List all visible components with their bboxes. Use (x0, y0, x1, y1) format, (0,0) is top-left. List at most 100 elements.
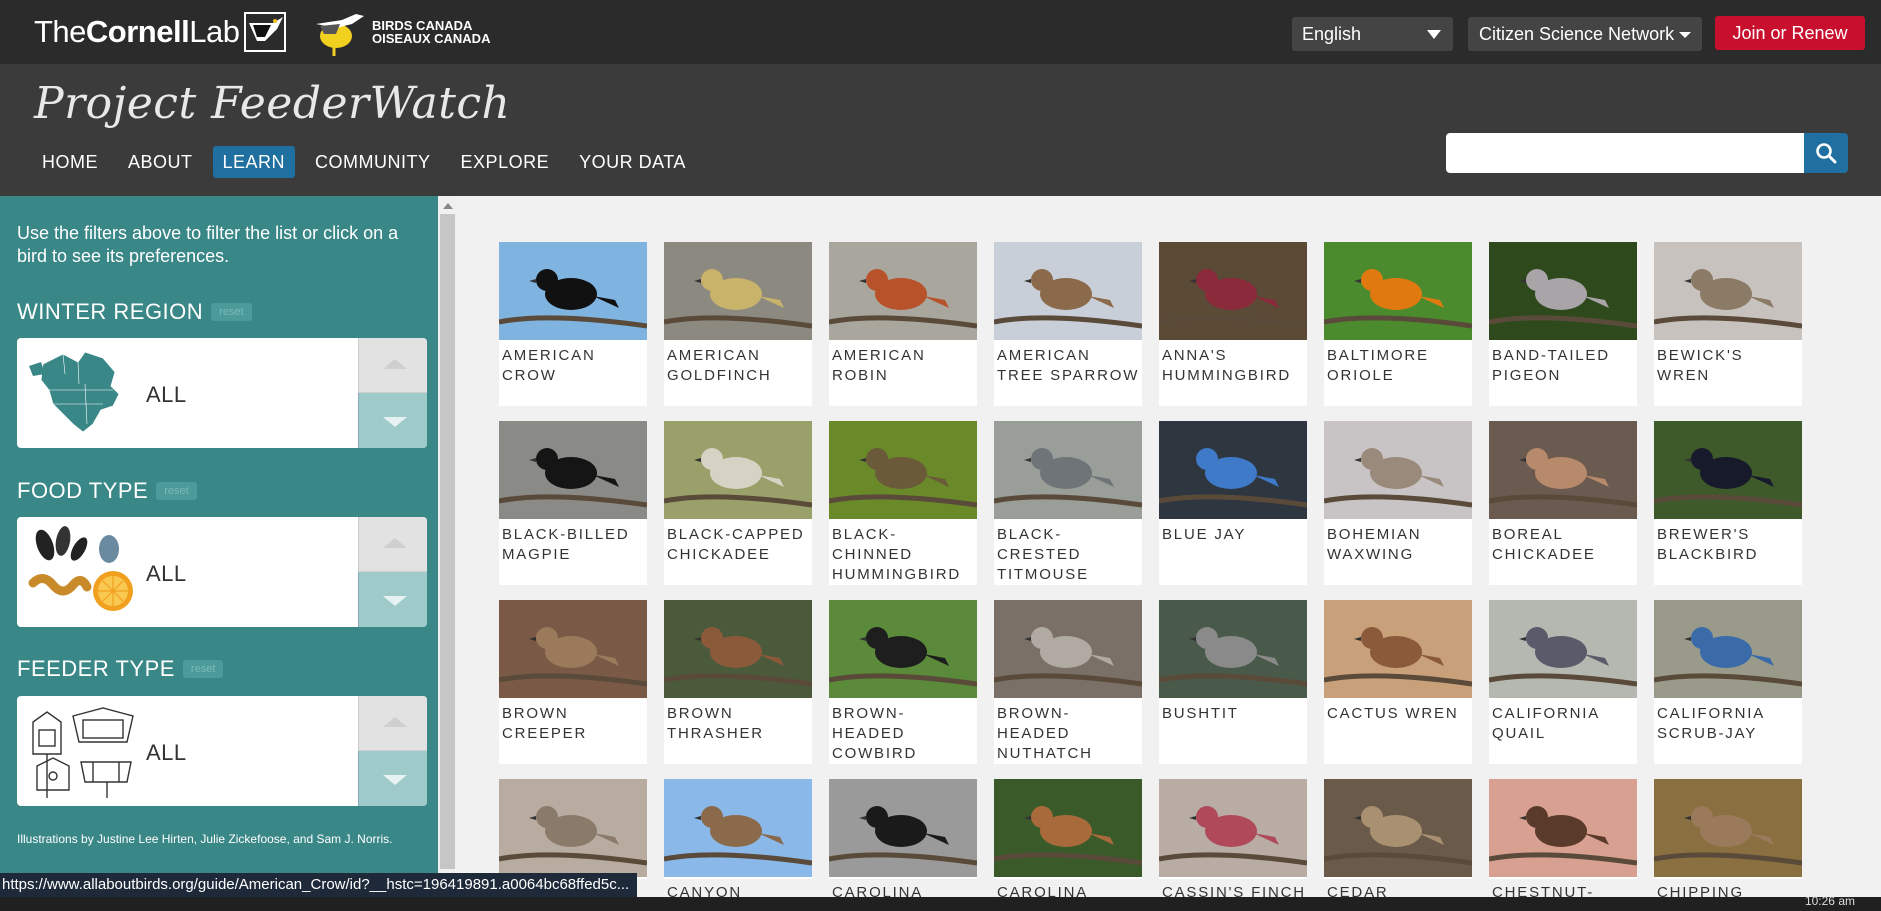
bird-photo[interactable] (1654, 779, 1802, 877)
bird-photo[interactable] (499, 600, 647, 698)
bird-photo[interactable] (829, 779, 977, 877)
project-title[interactable]: Project FeederWatch (34, 78, 510, 129)
bird-card[interactable]: BLACK-CAPPED CHICKADEE (664, 421, 812, 585)
bird-name[interactable]: BLACK-BILLED MAGPIE (502, 525, 646, 565)
feeder-type-reset[interactable]: reset (182, 660, 224, 678)
food-type-down-button[interactable] (358, 572, 427, 627)
join-or-renew-button[interactable]: Join or Renew (1715, 16, 1865, 50)
search-button[interactable] (1804, 133, 1848, 173)
bird-card[interactable]: BREWER'S BLACKBIRD (1654, 421, 1802, 585)
bird-card[interactable]: BROWN-HEADED NUTHATCH (994, 600, 1142, 764)
bird-photo[interactable] (1654, 421, 1802, 519)
bird-card[interactable]: ANNA'S HUMMINGBIRD (1159, 242, 1307, 406)
bird-card[interactable]: AMERICAN TREE SPARROW (994, 242, 1142, 406)
bird-card[interactable]: CAROLINA (994, 779, 1142, 901)
cornell-lab-logo[interactable]: The Cornell Lab (34, 10, 287, 54)
bird-name[interactable]: AMERICAN CROW (502, 346, 646, 386)
bird-photo[interactable] (829, 242, 977, 340)
bird-photo[interactable] (1489, 779, 1637, 877)
bird-card[interactable]: CACTUS WREN (1324, 600, 1472, 764)
bird-name[interactable]: AMERICAN TREE SPARROW (997, 346, 1141, 386)
bird-card[interactable]: BOREAL CHICKADEE (1489, 421, 1637, 585)
search-input[interactable] (1446, 133, 1804, 173)
bird-card[interactable]: AMERICAN ROBIN (829, 242, 977, 406)
bird-card[interactable]: AMERICAN GOLDFINCH (664, 242, 812, 406)
bird-photo[interactable] (499, 242, 647, 340)
bird-card[interactable]: BUSHTIT (1159, 600, 1307, 764)
bird-card[interactable]: CASSIN'S FINCH (1159, 779, 1307, 901)
bird-name[interactable]: BROWN THRASHER (667, 704, 811, 744)
bird-photo[interactable] (1324, 779, 1472, 877)
winter-region-up-button[interactable] (358, 338, 427, 393)
bird-name[interactable]: AMERICAN ROBIN (832, 346, 976, 386)
nav-learn[interactable]: LEARN (212, 146, 296, 178)
nav-community[interactable]: COMMUNITY (305, 146, 441, 178)
bird-photo[interactable] (1489, 421, 1637, 519)
feeder-type-selector[interactable]: ALL (17, 696, 427, 806)
food-type-up-button[interactable] (358, 517, 427, 572)
bird-card[interactable]: CALIFORNIA QUAIL (1489, 600, 1637, 764)
bird-card[interactable]: CHESTNUT- (1489, 779, 1637, 901)
bird-card[interactable]: BLACK-BILLED MAGPIE (499, 421, 647, 585)
bird-name[interactable]: BALTIMORE ORIOLE (1327, 346, 1471, 386)
bird-name[interactable]: CALIFORNIA QUAIL (1492, 704, 1636, 744)
bird-card[interactable]: CANYON (664, 779, 812, 901)
bird-card[interactable]: BOHEMIAN WAXWING (1324, 421, 1472, 585)
bird-name[interactable]: AMERICAN GOLDFINCH (667, 346, 811, 386)
bird-photo[interactable] (664, 242, 812, 340)
bird-name[interactable]: BROWN CREEPER (502, 704, 646, 744)
bird-photo[interactable] (499, 421, 647, 519)
bird-photo[interactable] (1324, 421, 1472, 519)
bird-name[interactable]: BOHEMIAN WAXWING (1327, 525, 1471, 565)
bird-name[interactable]: BLACK-CRESTED TITMOUSE (997, 525, 1141, 585)
bird-photo[interactable] (1159, 242, 1307, 340)
bird-card[interactable]: BALTIMORE ORIOLE (1324, 242, 1472, 406)
bird-photo[interactable] (499, 779, 647, 877)
winter-region-down-button[interactable] (358, 393, 427, 448)
bird-name[interactable]: ANNA'S HUMMINGBIRD (1162, 346, 1306, 386)
bird-name[interactable]: BAND-TAILED PIGEON (1492, 346, 1636, 386)
bird-photo[interactable] (664, 421, 812, 519)
nav-about[interactable]: ABOUT (118, 146, 203, 178)
feeder-type-up-button[interactable] (358, 696, 427, 751)
food-type-reset[interactable]: reset (156, 482, 197, 500)
bird-name[interactable]: BOREAL CHICKADEE (1492, 525, 1636, 565)
citizen-science-network-menu[interactable]: Citizen Science Network (1468, 17, 1702, 51)
bird-photo[interactable] (829, 421, 977, 519)
birds-canada-logo[interactable]: BIRDS CANADA OISEAUX CANADA (306, 6, 490, 58)
bird-photo[interactable] (994, 600, 1142, 698)
bird-card[interactable]: CALIFORNIA SCRUB-JAY (1654, 600, 1802, 764)
bird-card[interactable]: BEWICK'S WREN (1654, 242, 1802, 406)
bird-name[interactable]: CALIFORNIA SCRUB-JAY (1657, 704, 1801, 744)
bird-photo[interactable] (664, 779, 812, 877)
bird-card[interactable]: CAROLINA (829, 779, 977, 901)
bird-name[interactable]: BLACK-CAPPED CHICKADEE (667, 525, 811, 565)
bird-photo[interactable] (1159, 421, 1307, 519)
bird-photo[interactable] (1324, 600, 1472, 698)
bird-photo[interactable] (664, 600, 812, 698)
bird-photo[interactable] (994, 421, 1142, 519)
bird-card[interactable] (499, 779, 647, 879)
bird-photo[interactable] (994, 779, 1142, 877)
bird-name[interactable]: BROWN-HEADED NUTHATCH (997, 704, 1141, 764)
language-select[interactable]: English (1292, 17, 1453, 51)
bird-card[interactable]: BROWN-HEADED COWBIRD (829, 600, 977, 764)
scroll-up-arrow-icon[interactable] (443, 203, 453, 209)
bird-name[interactable]: BLUE JAY (1162, 525, 1306, 545)
bird-photo[interactable] (1489, 600, 1637, 698)
bird-name[interactable]: BROWN-HEADED COWBIRD (832, 704, 976, 764)
bird-name[interactable]: CACTUS WREN (1327, 704, 1471, 724)
feeder-type-down-button[interactable] (358, 751, 427, 806)
bird-photo[interactable] (829, 600, 977, 698)
bird-card[interactable]: CHIPPING (1654, 779, 1802, 901)
bird-card[interactable]: CEDAR (1324, 779, 1472, 901)
bird-photo[interactable] (1654, 600, 1802, 698)
bird-photo[interactable] (1654, 242, 1802, 340)
sidebar-scroll-thumb[interactable] (440, 214, 455, 869)
winter-region-reset[interactable]: reset (211, 303, 252, 321)
bird-photo[interactable] (1324, 242, 1472, 340)
bird-card[interactable]: BROWN CREEPER (499, 600, 647, 764)
bird-card[interactable]: BLUE JAY (1159, 421, 1307, 585)
winter-region-selector[interactable]: ALL (17, 338, 427, 448)
bird-photo[interactable] (1159, 600, 1307, 698)
